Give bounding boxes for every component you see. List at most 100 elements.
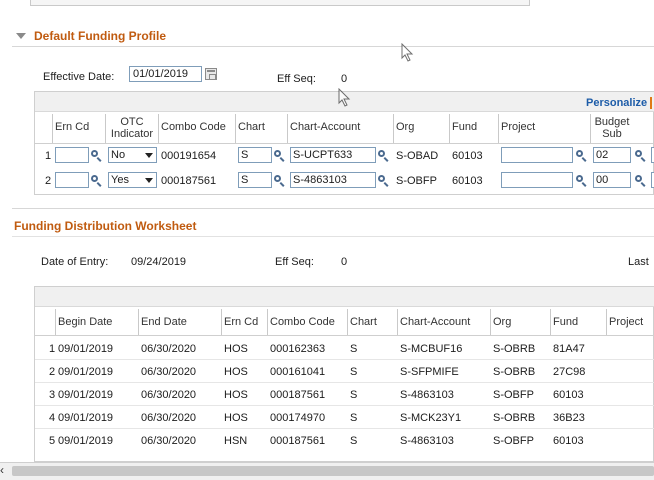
lookup-magnifier-icon[interactable] — [377, 174, 390, 187]
default-funding-profile-header[interactable]: Default Funding Profile — [12, 25, 654, 47]
col-fund: Fund — [452, 121, 478, 133]
lookup-magnifier-icon[interactable] — [575, 174, 588, 187]
row-number: 4 — [49, 412, 56, 424]
grid-toolbar — [35, 287, 654, 307]
fund: 81A47 — [553, 343, 585, 355]
fund: 60103 — [553, 435, 584, 447]
row-number: 1 — [49, 343, 56, 355]
project-input[interactable] — [501, 172, 573, 188]
lookup-magnifier-icon[interactable] — [634, 149, 647, 162]
chart: S — [350, 366, 358, 378]
col-combo-code: Combo Code — [161, 121, 226, 133]
begin-date: 09/01/2019 — [58, 435, 114, 447]
section-title: Default Funding Profile — [34, 28, 166, 43]
org-value: S-OBFP — [396, 175, 437, 187]
col-ern-cd: Ern Cd — [224, 316, 259, 328]
date-of-entry-value: 09/24/2019 — [131, 256, 187, 268]
col-ern-cd: Ern Cd — [55, 121, 90, 133]
eff-seq-label: Eff Seq: — [277, 73, 316, 85]
col-budget-sub: Budget Sub — [594, 116, 630, 140]
collapse-triangle-icon[interactable] — [16, 32, 26, 39]
combo-code: 000161041 — [270, 366, 326, 378]
eff-seq-value: 0 — [341, 256, 348, 268]
lookup-magnifier-icon[interactable] — [90, 149, 103, 162]
col-fund: Fund — [553, 316, 579, 328]
col-begin-date: Begin Date — [58, 316, 113, 328]
lookup-magnifier-icon[interactable] — [377, 149, 390, 162]
chart-account-input[interactable]: S-4863103 — [290, 172, 376, 188]
personalize-link[interactable]: Personalize — [586, 97, 647, 109]
col-divider — [550, 309, 551, 335]
lookup-magnifier-icon[interactable] — [273, 174, 286, 187]
org: S-OBRB — [493, 366, 536, 378]
ern-cd: HSN — [224, 435, 248, 447]
ern-cd-input[interactable] — [55, 147, 89, 163]
end-date: 06/30/2020 — [141, 389, 197, 401]
col-chart: Chart — [238, 121, 265, 133]
scrollbar-thumb[interactable] — [12, 466, 654, 476]
combo-code: 000162363 — [270, 343, 326, 355]
fund: 36B23 — [553, 412, 585, 424]
end-date: 06/30/2020 — [141, 412, 197, 424]
otc-indicator-select[interactable]: No — [108, 147, 157, 163]
row-divider — [35, 382, 654, 383]
col-project: Project — [501, 121, 536, 133]
begin-date: 09/01/2019 — [58, 389, 114, 401]
chart: S — [350, 412, 358, 424]
row-number: 2 — [49, 366, 56, 378]
eff-seq-label: Eff Seq: — [275, 256, 314, 268]
effective-date-input[interactable]: 01/01/2019 — [129, 66, 202, 82]
chart: S — [350, 389, 358, 401]
otc-selected-value: No — [111, 149, 126, 161]
otc-indicator-select[interactable]: Yes — [108, 172, 157, 188]
fund-value: 60103 — [452, 175, 483, 187]
col-divider — [267, 309, 268, 335]
ern-cd-input[interactable] — [55, 172, 89, 188]
col-divider — [393, 114, 394, 144]
ern-cd: HOS — [224, 343, 248, 355]
section-title: Funding Distribution Worksheet — [14, 218, 197, 233]
last-label: Last — [628, 256, 649, 268]
col-divider — [287, 114, 288, 144]
lookup-magnifier-icon[interactable] — [90, 174, 103, 187]
lookup-magnifier-icon[interactable] — [634, 174, 647, 187]
chart: S — [350, 435, 358, 447]
chevron-down-icon — [145, 178, 153, 183]
row-divider — [35, 428, 654, 429]
budget-sub-input[interactable]: 02 — [593, 147, 631, 163]
chart: S — [350, 343, 358, 355]
col-divider — [347, 309, 348, 335]
end-date: 06/30/2020 — [141, 435, 197, 447]
chevron-down-icon — [145, 153, 153, 158]
lookup-magnifier-icon[interactable] — [575, 149, 588, 162]
combo-code: 000187561 — [270, 389, 326, 401]
col-divider — [55, 309, 56, 335]
end-date: 06/30/2020 — [141, 366, 197, 378]
col-divider — [52, 114, 53, 144]
chart-account-input[interactable]: S-UCPT633 — [290, 147, 376, 163]
chart-account: S-MCK23Y1 — [400, 412, 462, 424]
org-value: S-OBAD — [396, 150, 439, 162]
org: S-OBFP — [493, 389, 534, 401]
col-end-date: End Date — [141, 316, 187, 328]
section-divider — [12, 208, 654, 209]
begin-date: 09/01/2019 — [58, 343, 114, 355]
chart-account: S-MCBUF16 — [400, 343, 463, 355]
chart-input[interactable]: S — [238, 172, 272, 188]
col-combo-code: Combo Code — [270, 316, 335, 328]
header-divider — [35, 335, 654, 336]
row-number: 3 — [49, 389, 56, 401]
budget-sub-input[interactable]: 00 — [593, 172, 631, 188]
col-divider — [490, 309, 491, 335]
lookup-magnifier-icon[interactable] — [273, 149, 286, 162]
ern-cd: HOS — [224, 366, 248, 378]
chart-input[interactable]: S — [238, 147, 272, 163]
arrow-left-icon[interactable]: ‹ — [0, 463, 10, 477]
toolbar-separator — [650, 97, 652, 109]
col-divider — [498, 114, 499, 144]
begin-date: 09/01/2019 — [58, 366, 114, 378]
calendar-icon[interactable] — [205, 68, 217, 80]
fund: 27C98 — [553, 366, 586, 378]
col-org: Org — [396, 121, 415, 133]
project-input[interactable] — [501, 147, 573, 163]
